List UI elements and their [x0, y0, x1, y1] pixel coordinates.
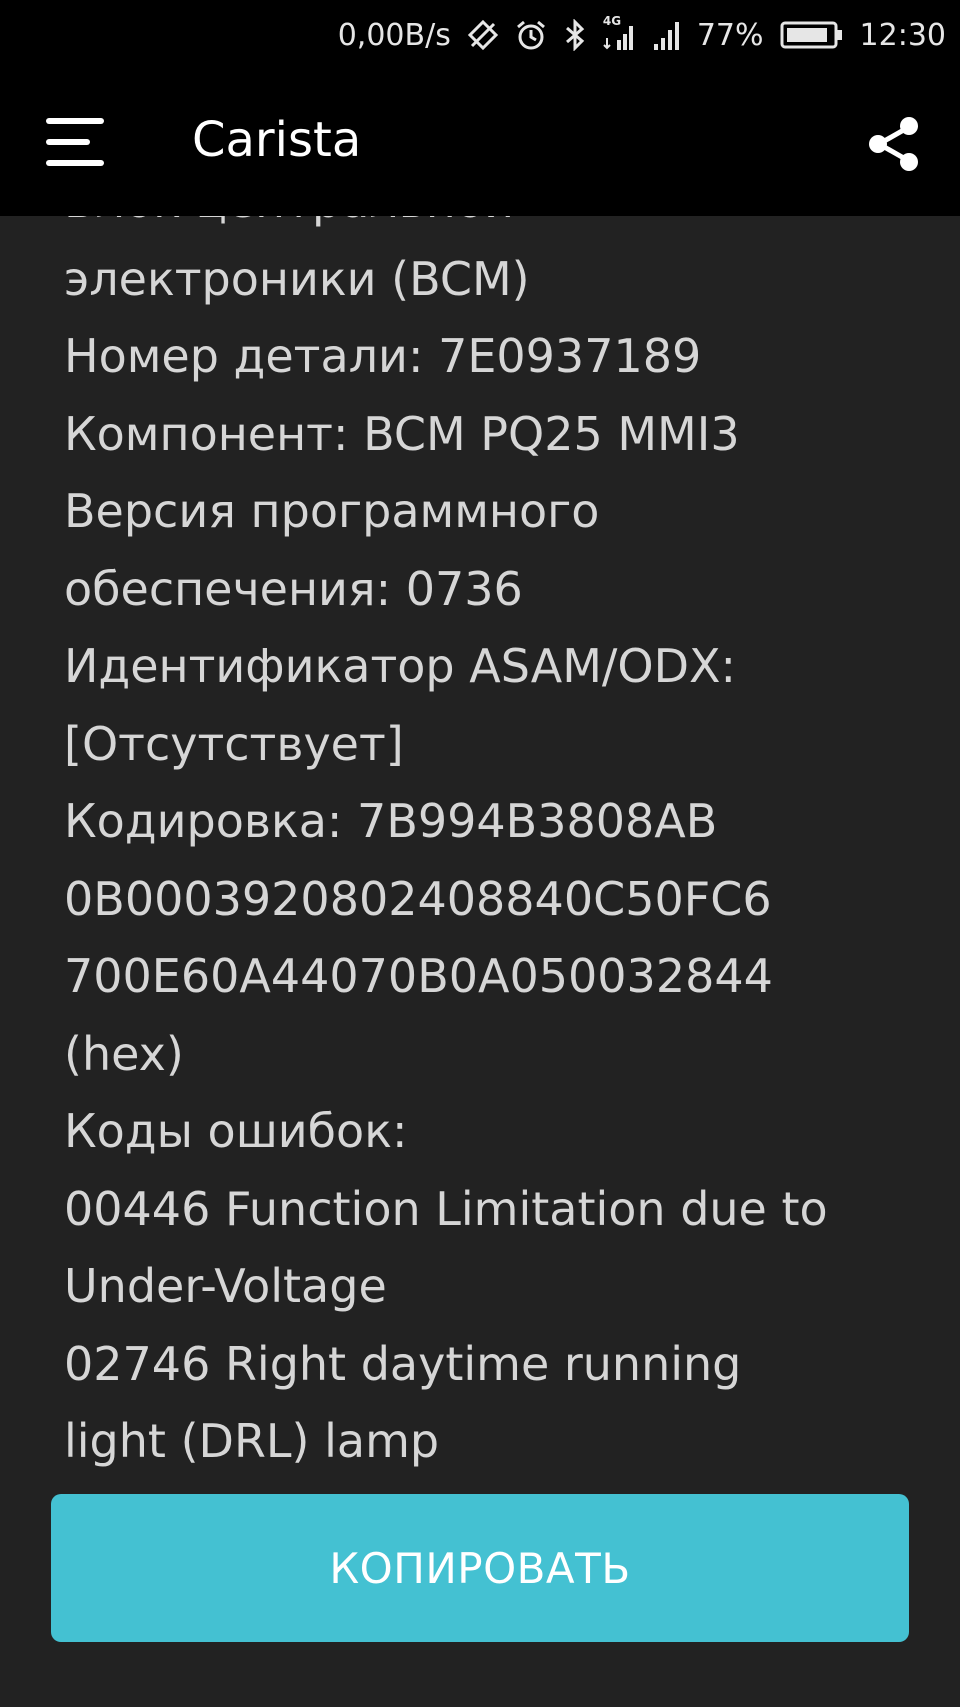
hamburger-menu-icon: [46, 118, 104, 166]
info-line: электроники (BCM): [64, 251, 530, 306]
info-line: 700E60A44070B0A050032844: [64, 949, 773, 1003]
info-content[interactable]: Блок центральной электроники (BCM) Номер…: [0, 216, 960, 1486]
info-line: Номер детали: 7E0937189: [64, 329, 702, 383]
share-icon: [869, 117, 918, 171]
info-line: [Отсутствует]: [64, 716, 404, 771]
battery-percent: 77%: [696, 17, 764, 53]
info-line: Компонент: BCM PQ25 MMI3: [64, 406, 740, 461]
clock: 12:30: [859, 17, 946, 53]
info-line: Версия программного: [64, 484, 600, 538]
info-line: Блок центральной: [64, 216, 904, 241]
share-button[interactable]: [854, 104, 934, 184]
copy-button-label: КОПИРОВАТЬ: [329, 1543, 631, 1593]
info-line: Under-Voltage: [64, 1259, 387, 1313]
net-speed: 0,00B/s: [337, 17, 451, 53]
info-text: Блок центральной электроники (BCM) Номер…: [64, 216, 904, 1481]
menu-button[interactable]: [30, 102, 120, 182]
data-saver-icon: [467, 19, 499, 51]
info-line: обеспечения: 0736: [64, 561, 523, 616]
app-title: Carista: [192, 112, 362, 168]
info-line: Коды ошибок:: [64, 1104, 408, 1158]
alarm-icon: [515, 19, 547, 51]
info-line: Кодировка: 7B994B3808AB: [64, 794, 718, 848]
info-line: (hex): [64, 1026, 184, 1081]
network-type-label: 4G: [602, 14, 622, 28]
status-bar: 0,00B/s 4G 77% 12:30: [0, 0, 960, 70]
info-line: 0B0003920802408840C50FC6: [64, 871, 772, 926]
copy-button[interactable]: КОПИРОВАТЬ: [51, 1494, 909, 1642]
info-line: light (DRL) lamp: [64, 1414, 440, 1468]
info-line: Идентификатор ASAM/ODX:: [64, 639, 737, 693]
info-line: 00446 Function Limitation due to: [64, 1181, 828, 1236]
battery-icon: [780, 20, 844, 50]
signal-icon: [653, 20, 681, 50]
app-bar: Carista: [0, 70, 960, 216]
info-line: 02746 Right daytime running: [64, 1336, 742, 1391]
mobile-data-icon: 4G: [603, 14, 637, 52]
bluetooth-icon: [563, 19, 587, 51]
